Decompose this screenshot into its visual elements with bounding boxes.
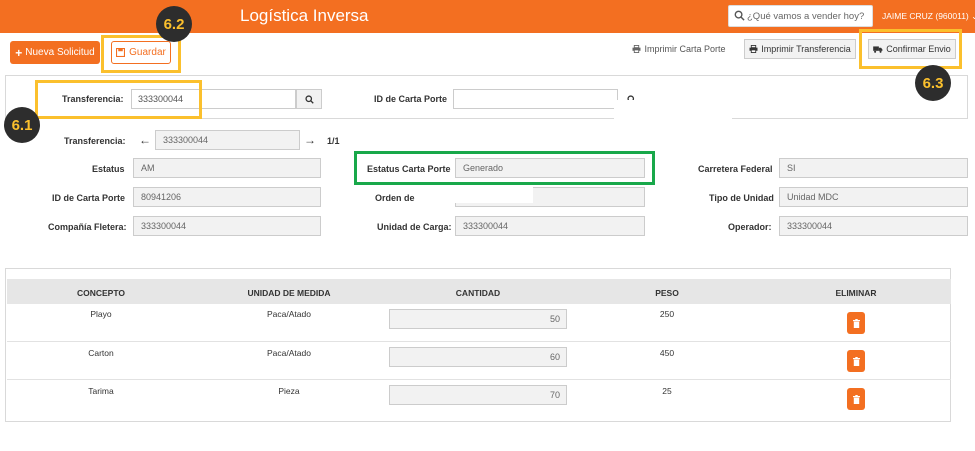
delete-button[interactable]: [847, 350, 865, 372]
id-carta-porte-field: 80941206: [133, 187, 321, 207]
quantity-field[interactable]: 60: [389, 347, 567, 367]
table-row-peso: 250: [659, 309, 675, 319]
quantity-field[interactable]: 50: [389, 309, 567, 329]
annotation-badge-6-2: 6.2: [156, 6, 192, 42]
row-divider: [7, 341, 951, 342]
printer-icon: [632, 45, 641, 53]
row-divider: [7, 379, 951, 380]
search-transfer-button[interactable]: [296, 89, 322, 109]
table-row-peso: 450: [659, 348, 675, 358]
annotation-box-confirm: [859, 29, 962, 69]
global-search[interactable]: [728, 5, 873, 27]
plus-icon: +: [15, 45, 23, 60]
unidad-carga-field: 333300044: [455, 216, 645, 236]
search-icon: [304, 94, 314, 104]
print-transfer-button[interactable]: Imprimir Transferencia: [744, 39, 856, 59]
pager-label: 1/1: [327, 136, 340, 146]
trash-icon: [852, 356, 860, 366]
table-row-peso: 25: [662, 386, 672, 396]
carretera-federal-field: SI: [779, 158, 968, 178]
quantity-field[interactable]: 70: [389, 385, 567, 405]
header-eliminar: ELIMINAR: [835, 288, 877, 298]
print-transfer-label: Imprimir Transferencia: [761, 44, 851, 54]
trash-icon: [852, 318, 860, 328]
redacted-area: [415, 186, 533, 203]
annotation-badge-6-3: 6.3: [915, 65, 951, 101]
user-menu[interactable]: JAIME CRUZ (960011) ⌄: [882, 11, 975, 22]
detail-transfer-label: Transferencia:: [64, 136, 126, 146]
estatus-label: Estatus: [92, 164, 125, 174]
search-carta-porte-label: ID de Carta Porte: [374, 94, 448, 104]
trash-icon: [852, 394, 860, 404]
table-row-concepto: Playo: [90, 309, 112, 319]
header-unidad: UNIDAD DE MEDIDA: [247, 288, 331, 298]
tipo-unidad-field: Unidad MDC: [779, 187, 968, 207]
chevron-down-icon: ⌄: [971, 11, 975, 21]
table-row-concepto: Tarima: [88, 386, 114, 396]
printer-icon: [749, 45, 758, 53]
search-icon: [734, 10, 745, 21]
new-request-button[interactable]: + Nueva Solicitud: [10, 41, 100, 64]
tipo-unidad-label: Tipo de Unidad: [709, 193, 774, 203]
header-peso: PESO: [655, 288, 679, 298]
orden-label: Orden de: [375, 193, 415, 203]
table-row-unidad: Paca/Atado: [267, 309, 311, 319]
annotation-badge-6-1: 6.1: [4, 107, 40, 143]
compania-fletera-label: Compañía Fletera:: [48, 222, 127, 232]
header-cantidad: CANTIDAD: [455, 288, 501, 298]
arrow-left-icon[interactable]: ←: [135, 130, 155, 150]
annotation-box-estatus-cp: [354, 151, 655, 185]
delete-button[interactable]: [847, 388, 865, 410]
delete-button[interactable]: [847, 312, 865, 334]
table-row-concepto: Carton: [88, 348, 114, 358]
new-request-label: Nueva Solicitud: [25, 47, 95, 58]
search-input[interactable]: [747, 7, 871, 25]
detail-transfer-field[interactable]: 333300044: [155, 130, 300, 150]
estatus-field: AM: [133, 158, 321, 178]
id-carta-porte-label: ID de Carta Porte: [52, 193, 126, 203]
arrow-right-icon[interactable]: →: [300, 130, 320, 150]
table-row-unidad: Pieza: [278, 386, 300, 396]
print-carta-porte-label: Imprimir Carta Porte: [644, 44, 726, 54]
operador-label: Operador:: [728, 222, 772, 232]
operador-field: 333300044: [779, 216, 968, 236]
top-bar: Logística Inversa JAIME CRUZ (960011) ⌄: [0, 0, 975, 33]
table-row-unidad: Paca/Atado: [267, 348, 311, 358]
compania-fletera-field: 333300044: [133, 216, 321, 236]
header-concepto: CONCEPTO: [76, 288, 126, 298]
print-carta-porte-button[interactable]: Imprimir Carta Porte: [628, 39, 730, 59]
redacted-area: [614, 100, 732, 122]
user-name-label: JAIME CRUZ (960011): [882, 11, 969, 21]
carretera-federal-label: Carretera Federal: [698, 164, 773, 174]
app-title: Logística Inversa: [240, 6, 369, 25]
annotation-box-transfer: [35, 80, 202, 119]
search-carta-porte-input[interactable]: [453, 89, 618, 109]
unidad-carga-label: Unidad de Carga:: [377, 222, 452, 232]
